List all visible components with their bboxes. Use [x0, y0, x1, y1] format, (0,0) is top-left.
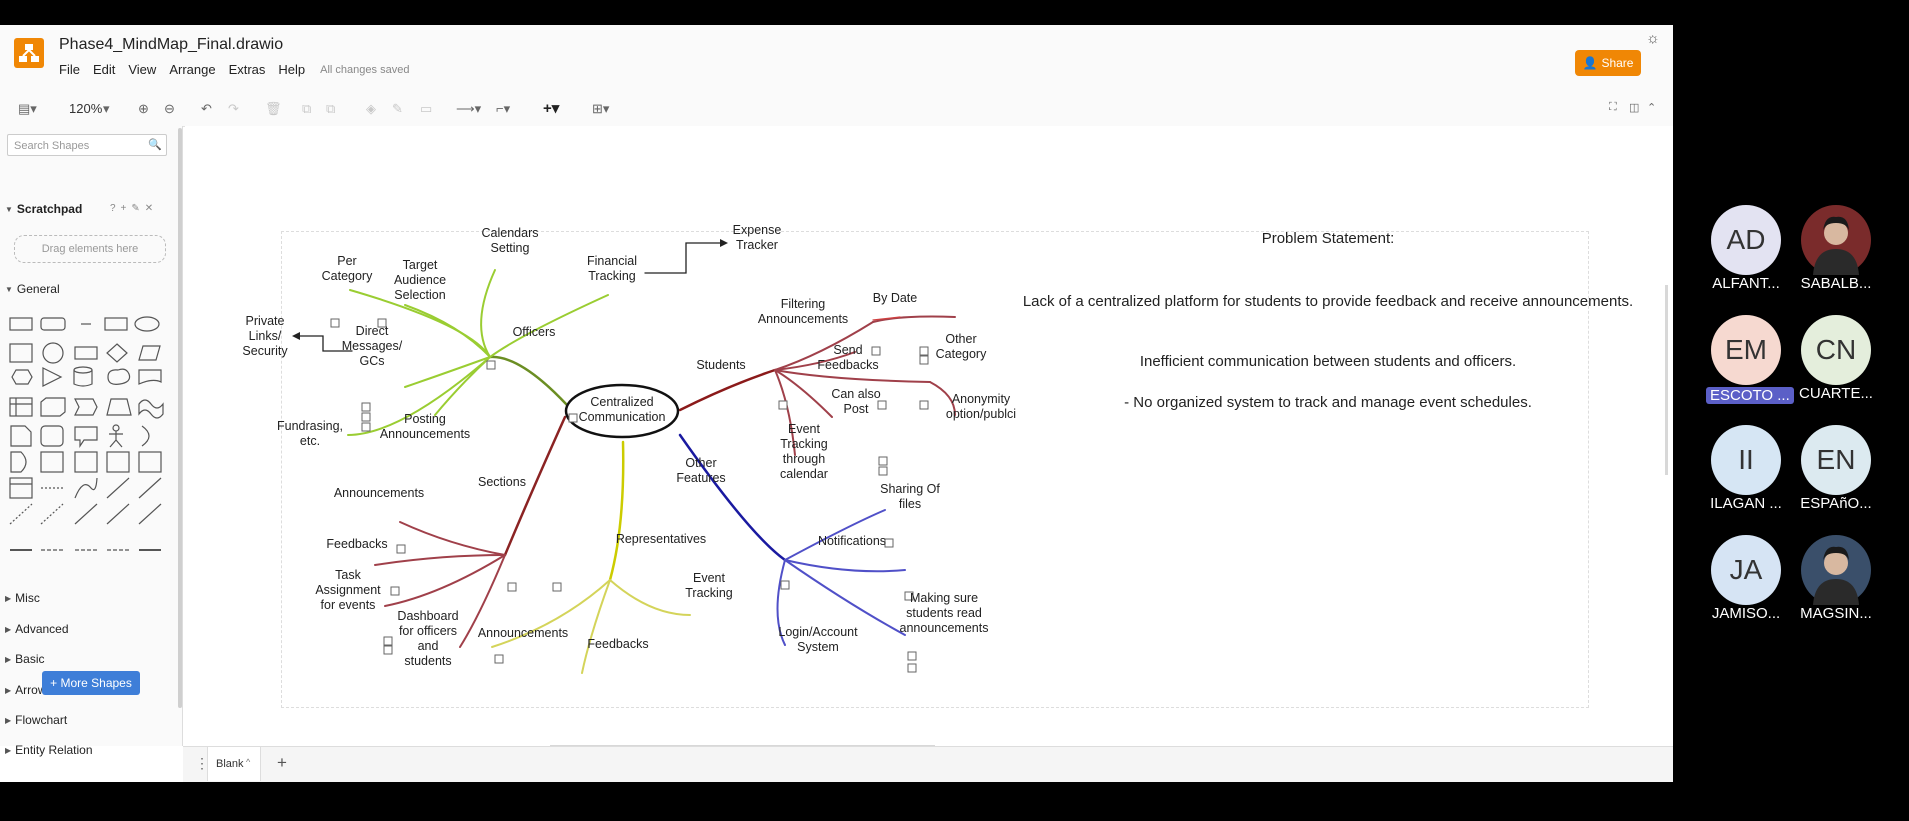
participant-name: JAMISO...: [1711, 605, 1781, 622]
participant-name: ESPAñO...: [1800, 495, 1872, 512]
mindmap-node-filtering[interactable]: Filtering Announcements: [758, 297, 848, 326]
mindmap-node-event-tracking[interactable]: Event Tracking: [685, 571, 733, 600]
mindmap-node-fundrasing[interactable]: Fundrasing, etc.: [277, 419, 343, 448]
participant-tile[interactable]: II ILAGAN ...: [1706, 425, 1786, 513]
mindmap-node-financial[interactable]: Financial Tracking: [587, 254, 637, 283]
mindmap-node-other-category[interactable]: Other Category: [936, 332, 987, 361]
participant-initials: EN: [1816, 444, 1856, 475]
participant-initials: AD: [1726, 224, 1766, 255]
participant-avatar: EN: [1801, 425, 1871, 495]
participant-name: ESCOTO ...: [1706, 387, 1794, 404]
problem-statement-heading: Problem Statement:: [1261, 230, 1395, 247]
mindmap-node-task-assignment[interactable]: Task Assignment for events: [315, 568, 381, 612]
mindmap-node-event-tracking-cal[interactable]: Event Tracking through calendar: [780, 422, 828, 481]
mindmap-node-making-sure[interactable]: Making sure students read announcements: [900, 591, 989, 635]
mindmap-node-anonymity[interactable]: Anonymity option/publci: [946, 392, 1016, 421]
mindmap-node-representatives[interactable]: Representatives: [616, 532, 706, 546]
page-tabs-bar: ⋮ Blank ^ +: [183, 746, 1673, 782]
participant-name: CUARTE...: [1799, 385, 1873, 402]
mindmap-node-can-also-post[interactable]: Can also Post: [831, 387, 880, 416]
mindmap-node-central[interactable]: Centralized Communication: [579, 395, 666, 424]
drawio-window: Phase4_MindMap_Final.drawio File Edit Vi…: [0, 25, 1673, 782]
participant-name: MAGSIN...: [1800, 605, 1872, 622]
participant-avatar: CN: [1801, 315, 1871, 385]
participant-initials: II: [1738, 444, 1754, 475]
mindmap-node-feedbacks-r[interactable]: Feedbacks: [587, 637, 648, 651]
participant-name: ALFANT...: [1712, 275, 1780, 292]
problem-statement-paragraph-1: Lack of a centralized platform for stude…: [1022, 293, 1634, 310]
mindmap-node-private-links[interactable]: Private Links/Security: [242, 314, 288, 358]
participant-tile[interactable]: CN CUARTE...: [1796, 315, 1876, 403]
mindmap-node-expense[interactable]: Expense Tracker: [733, 223, 782, 252]
add-page-icon[interactable]: +: [277, 753, 287, 773]
participant-avatar: JA: [1711, 535, 1781, 605]
participant-photo-avatar: [1801, 535, 1871, 605]
participant-initials: CN: [1815, 334, 1857, 365]
mindmap-node-dashboard[interactable]: Dashboard for officers and students: [397, 609, 458, 668]
mindmap-node-login[interactable]: Login/Account System: [778, 625, 858, 654]
participant-name: SABALB...: [1800, 275, 1872, 292]
participant-tile[interactable]: MAGSIN...: [1796, 535, 1876, 623]
participant-tile[interactable]: EN ESPAñO...: [1796, 425, 1876, 513]
participant-tile[interactable]: JA JAMISO...: [1706, 535, 1786, 623]
mindmap-node-feedbacks-s[interactable]: Feedbacks: [326, 537, 387, 551]
participant-tile[interactable]: SABALB...: [1796, 205, 1876, 293]
participant-avatar: EM: [1711, 315, 1781, 385]
page-tab-label: Blank: [216, 758, 244, 770]
participant-photo-avatar: [1801, 205, 1871, 275]
participant-initials: EM: [1725, 334, 1767, 365]
page-tab-blank[interactable]: Blank ^: [207, 747, 261, 781]
participant-initials: JA: [1729, 554, 1763, 585]
mindmap-node-calendars[interactable]: Calendars Setting: [482, 226, 539, 255]
mindmap-node-posting[interactable]: Posting Announcements: [380, 412, 470, 441]
participant-avatar: II: [1711, 425, 1781, 495]
participant-avatar: AD: [1711, 205, 1781, 275]
mindmap-node-sections[interactable]: Sections: [478, 475, 526, 489]
participants-panel: AD ALFANT... SABALB... EM ESCOTO ... CN CUARTE…: [1673, 0, 1909, 821]
participant-tile[interactable]: AD ALFANT...: [1706, 205, 1786, 293]
participant-name: ILAGAN ...: [1710, 495, 1782, 512]
mindmap-node-per-category[interactable]: Per Category: [322, 254, 373, 283]
mindmap-node-officers[interactable]: Officers: [513, 325, 556, 339]
mindmap-node-announcements-r[interactable]: Announcements: [478, 626, 568, 640]
mindmap-node-direct-messages[interactable]: Direct Messages/GCs: [342, 324, 403, 368]
mindmap-node-notifications[interactable]: Notifications: [818, 534, 886, 548]
mindmap-node-by-date[interactable]: By Date: [873, 291, 918, 305]
mindmap-node-announcements-s[interactable]: Announcements: [334, 486, 424, 500]
mindmap-node-target-audience[interactable]: Target Audience Selection: [394, 258, 446, 302]
canvas-vertical-scrollbar[interactable]: [1665, 285, 1668, 475]
chevron-up-icon[interactable]: ^: [246, 757, 250, 767]
mindmap-node-sharing[interactable]: Sharing Of files: [880, 482, 940, 511]
mindmap-node-students[interactable]: Students: [696, 358, 745, 372]
mindmap-node-other-features[interactable]: Other Features: [676, 456, 725, 485]
participant-tile[interactable]: EM ESCOTO ...: [1706, 315, 1794, 405]
problem-statement-paragraph-2: Inefficient communication between studen…: [1139, 353, 1517, 370]
problem-statement-paragraph-3: - No organized system to track and manag…: [1124, 394, 1532, 411]
